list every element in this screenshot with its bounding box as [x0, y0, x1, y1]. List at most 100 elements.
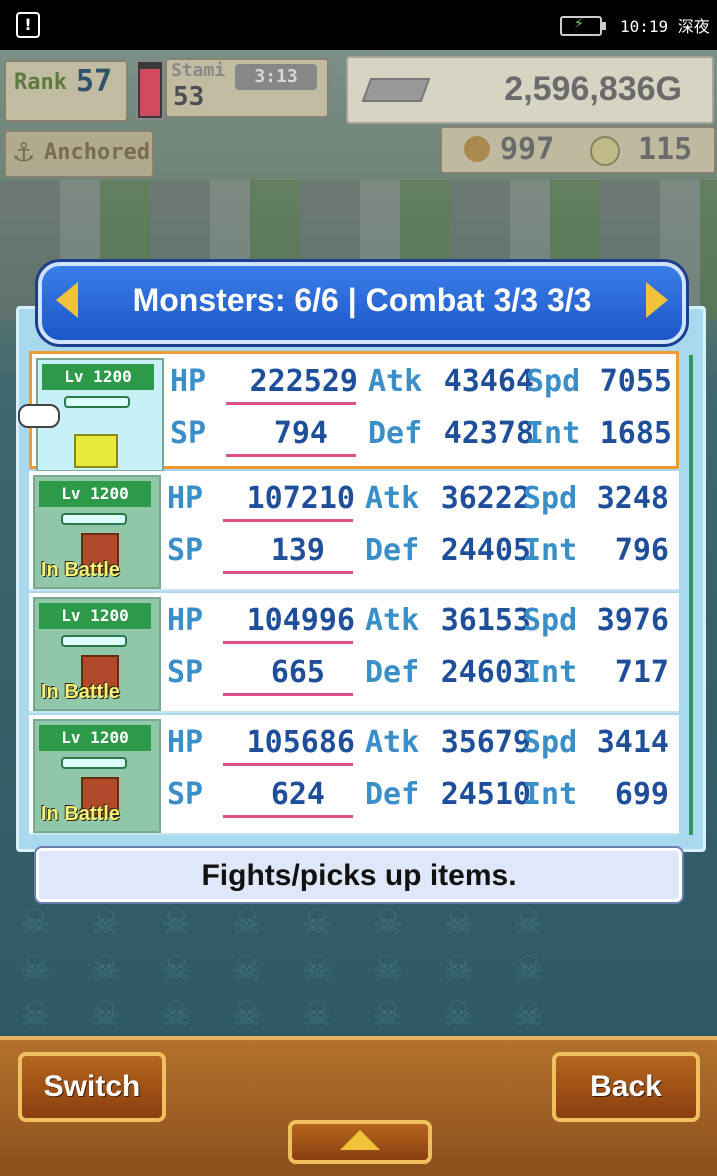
- stamina-bar: [136, 60, 164, 120]
- clock: 10:19 深夜: [620, 17, 710, 36]
- int-value: 796: [614, 533, 669, 568]
- def-label: Def: [365, 655, 420, 690]
- hp-underline: [223, 519, 353, 522]
- sp-underline: [223, 815, 353, 818]
- monster-row[interactable]: Lv 1200 In Battle HP 105686 SP 624 Atk 3…: [29, 715, 679, 835]
- spd-value: 7055: [599, 364, 672, 399]
- hp-label: HP: [167, 481, 204, 516]
- spd-value: 3976: [596, 603, 669, 638]
- spd-label: Spd: [523, 603, 578, 638]
- sp-value: 665: [270, 655, 325, 690]
- alert-icon: !: [16, 12, 40, 38]
- sp-value: 794: [273, 416, 328, 451]
- description-box: Fights/picks up items.: [36, 848, 682, 902]
- hp-underline: [223, 641, 353, 644]
- status-bar: ! ⚡ 10:19 深夜: [0, 0, 717, 50]
- atk-label: Atk: [365, 603, 420, 638]
- monster-row[interactable]: Lv 1200 In Battle HP 104996 SP 665 Atk 3…: [29, 593, 679, 713]
- anchor-icon: ⚓: [12, 138, 36, 168]
- monster-portrait: Lv 1200 In Battle: [33, 719, 161, 833]
- stamina-label: Stami: [171, 60, 226, 81]
- def-value: 24603: [440, 655, 531, 690]
- int-label: Int: [523, 655, 578, 690]
- spd-label: Spd: [523, 481, 578, 516]
- sp-label: SP: [167, 655, 204, 690]
- int-label: Int: [526, 416, 581, 451]
- stamina-timer: 3:13: [235, 64, 317, 90]
- int-value: 717: [614, 655, 669, 690]
- switch-button[interactable]: Switch: [18, 1052, 166, 1122]
- def-label: Def: [365, 533, 420, 568]
- int-value: 699: [614, 777, 669, 812]
- level-bar: [61, 513, 127, 525]
- monster-level: Lv 1200: [42, 364, 154, 390]
- monster-portrait: Lv 1200 In Battle: [33, 597, 161, 711]
- back-button[interactable]: Back: [552, 1052, 700, 1122]
- medal-count: 115: [638, 132, 693, 167]
- atk-value: 43464: [443, 364, 534, 399]
- medal-icon: [590, 136, 620, 166]
- stamina-value: 53: [173, 82, 205, 112]
- in-battle-tag: In Battle: [41, 681, 120, 703]
- monster-row[interactable]: Lv 1200 In Battle HP 107210 SP 139 Atk 3…: [29, 471, 679, 591]
- bottom-bar: Switch Back: [0, 1036, 717, 1176]
- stamina-fill: [140, 69, 160, 116]
- int-label: Int: [523, 533, 578, 568]
- monster-level: Lv 1200: [39, 481, 151, 507]
- coin-count: 997: [500, 132, 555, 167]
- panel-title-banner: Monsters: 6/6 | Combat 3/3 3/3: [38, 262, 686, 344]
- spd-value: 3414: [596, 725, 669, 760]
- atk-label: Atk: [365, 725, 420, 760]
- monster-level: Lv 1200: [39, 603, 151, 629]
- in-battle-tag: In Battle: [41, 559, 120, 581]
- rank-value: 57: [76, 64, 113, 99]
- def-value: 42378: [443, 416, 534, 451]
- def-label: Def: [365, 777, 420, 812]
- sp-label: SP: [167, 777, 204, 812]
- hp-label: HP: [167, 725, 204, 760]
- monster-portrait: Lv 1200 In Battle: [33, 475, 161, 589]
- anchored-status: ⚓ Anchored: [4, 130, 154, 178]
- hp-underline: [223, 763, 353, 766]
- atk-value: 36222: [440, 481, 531, 516]
- in-battle-tag: In Battle: [41, 803, 120, 825]
- hp-value: 107210: [246, 481, 355, 516]
- battery-icon: ⚡: [560, 16, 606, 36]
- monster-row[interactable]: Lv 1200 HP 222529 SP 794 Atk 43464 Def 4…: [18, 351, 679, 472]
- def-value: 24510: [440, 777, 531, 812]
- next-page-arrow-icon[interactable]: [646, 282, 668, 318]
- atk-value: 36153: [440, 603, 531, 638]
- monster-list: Lv 1200 HP 222529 SP 794 Atk 43464 Def 4…: [18, 351, 679, 837]
- sp-underline: [223, 693, 353, 696]
- sp-label: SP: [170, 416, 207, 451]
- spd-label: Spd: [523, 725, 578, 760]
- monster-panel: Lv 1200 HP 222529 SP 794 Atk 43464 Def 4…: [16, 306, 706, 852]
- coin-icon: [464, 136, 490, 162]
- currency-counters: 997 115: [440, 126, 716, 174]
- hp-label: HP: [170, 364, 207, 399]
- rank-box: Rank 57: [4, 60, 128, 122]
- spd-label: Spd: [526, 364, 581, 399]
- up-arrow-icon: [340, 1130, 380, 1150]
- gold-value: 2,596,836G: [504, 70, 682, 108]
- sp-underline: [223, 571, 353, 574]
- hp-value: 222529: [249, 364, 358, 399]
- scrollbar[interactable]: [689, 355, 693, 835]
- int-label: Int: [523, 777, 578, 812]
- level-bar: [61, 757, 127, 769]
- hp-value: 105686: [246, 725, 355, 760]
- def-value: 24405: [440, 533, 531, 568]
- hp-value: 104996: [246, 603, 355, 638]
- anchored-label: Anchored: [44, 140, 150, 165]
- stamina-box: Stami 53 3:13: [165, 58, 329, 118]
- panel-title: Monsters: 6/6 | Combat 3/3 3/3: [132, 282, 592, 318]
- monster-sprite: [74, 434, 118, 468]
- expand-button[interactable]: [288, 1120, 432, 1164]
- sp-value: 624: [270, 777, 325, 812]
- sp-underline: [226, 454, 356, 457]
- atk-label: Atk: [368, 364, 423, 399]
- gold-box: 2,596,836G: [346, 56, 714, 124]
- sp-value: 139: [270, 533, 325, 568]
- hp-underline: [226, 402, 356, 405]
- hp-label: HP: [167, 603, 204, 638]
